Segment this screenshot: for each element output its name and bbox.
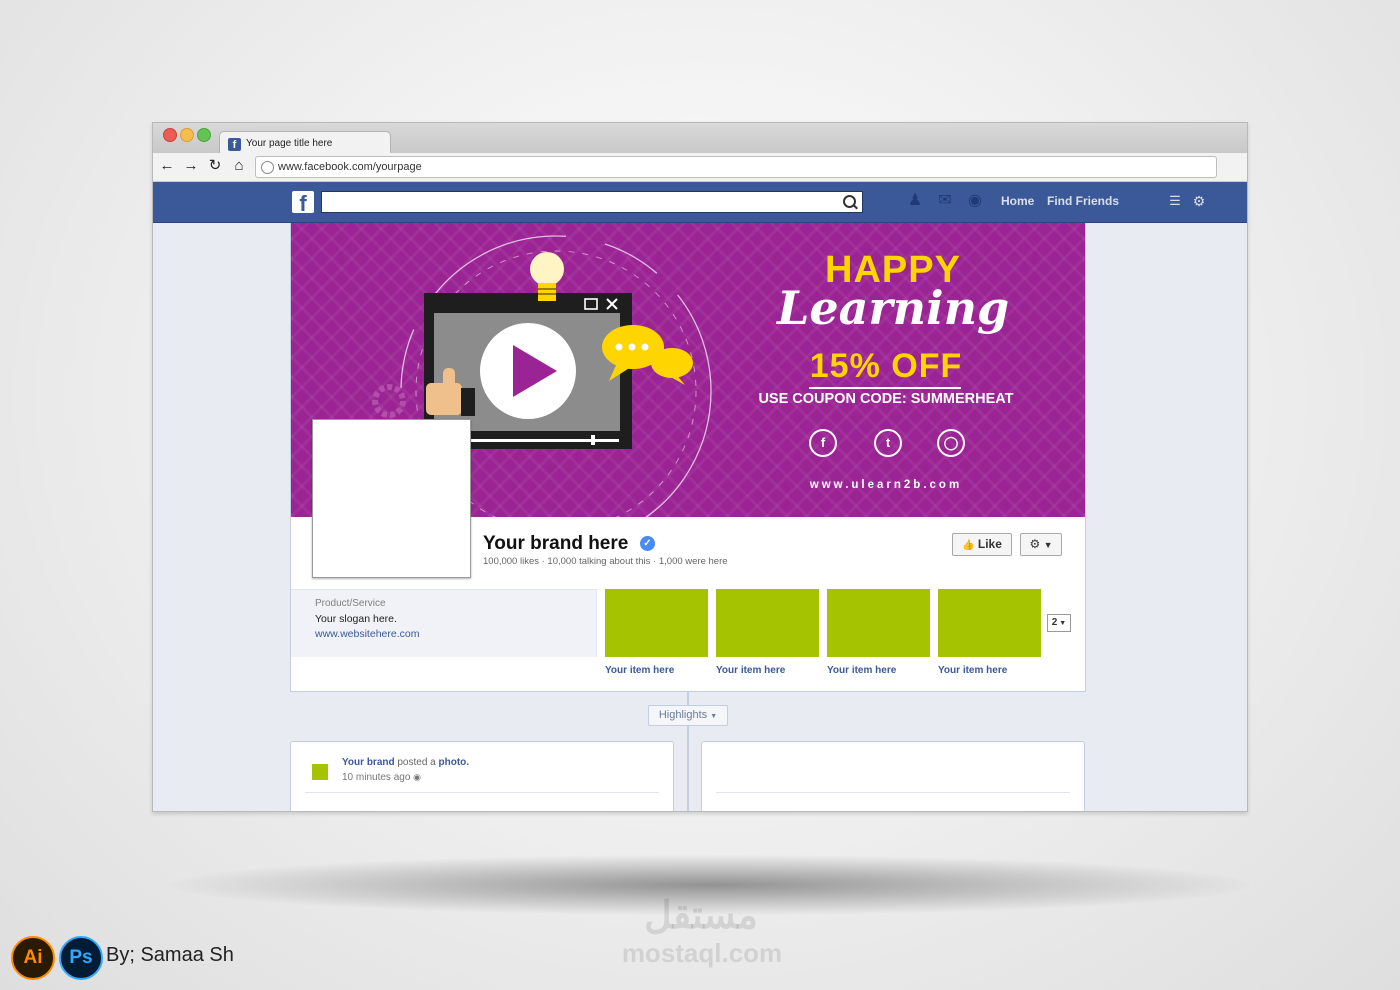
ps-badge-text: Ps: [69, 947, 93, 968]
friend-requests-icon[interactable]: ♟: [905, 192, 925, 210]
browser-window: f Your page title here ← → ↻ ⌂ www.faceb…: [152, 122, 1248, 812]
post-time-text: 10 minutes ago: [342, 772, 411, 783]
post-action: posted a: [397, 757, 436, 768]
nav-find-friends-link[interactable]: Find Friends: [1047, 194, 1119, 208]
ai-badge-text: Ai: [23, 947, 43, 968]
chevron-down-icon: ▼: [1043, 540, 1053, 550]
search-icon[interactable]: [843, 195, 856, 208]
nav-home-link[interactable]: Home: [1001, 194, 1034, 208]
watermark-arabic: مستقل: [644, 895, 758, 937]
settings-gear-icon[interactable]: ⚙: [1189, 192, 1209, 210]
author-credit: By; Samaa Sh: [106, 944, 234, 966]
highlights-label: Highlights: [658, 709, 708, 721]
more-apps-button[interactable]: 2 ▼: [1047, 614, 1071, 632]
like-label: Like: [977, 537, 1002, 551]
page-category: Product/Service: [315, 598, 386, 609]
cover-coupon: USE COUPON CODE: SUMMERHEAT: [758, 391, 1014, 407]
app-tile[interactable]: [716, 589, 819, 657]
forward-arrow-icon[interactable]: →: [182, 157, 200, 175]
cover-script-title: Learning: [777, 281, 1010, 335]
back-arrow-icon[interactable]: ←: [158, 157, 176, 175]
post-avatar[interactable]: [312, 764, 328, 780]
notifications-globe-icon[interactable]: ◉: [965, 192, 985, 210]
post-header: Your brand posted a photo.: [342, 757, 469, 768]
page-slogan: Your slogan here.: [315, 613, 397, 625]
timeline-post-empty: [701, 741, 1085, 811]
facebook-icon: f: [809, 429, 837, 457]
browser-toolbar: ← → ↻ ⌂ www.facebook.com/yourpage: [153, 153, 1247, 182]
app-tile-label[interactable]: Your item here: [827, 665, 896, 676]
facebook-search-input[interactable]: [321, 191, 863, 213]
thumbs-up-small-icon: 👍: [962, 540, 975, 551]
post-author-link[interactable]: Your brand: [342, 757, 395, 768]
verified-check-icon: ✓: [640, 536, 655, 551]
discount-underline: [809, 387, 961, 389]
app-tile-label[interactable]: Your item here: [605, 665, 674, 676]
profile-picture[interactable]: [312, 419, 471, 578]
page-website-link[interactable]: www.websitehere.com: [315, 628, 419, 640]
cover-website: www.ulearn2b.com: [809, 479, 963, 491]
facebook-header: f ♟ ✉ ◉ Home Find Friends ☰ ⚙: [153, 182, 1247, 223]
facebook-logo-icon[interactable]: f: [292, 191, 314, 216]
post-divider: [716, 792, 1070, 793]
app-tile[interactable]: [605, 589, 708, 657]
minimize-dot-icon[interactable]: [180, 128, 194, 142]
like-button[interactable]: 👍 Like: [952, 533, 1012, 556]
close-dot-icon[interactable]: [163, 128, 177, 142]
zoom-dot-icon[interactable]: [197, 128, 211, 142]
chat-bubbles-icon: [602, 325, 693, 385]
about-box: Product/Service Your slogan here. www.we…: [291, 589, 597, 657]
highlights-dropdown[interactable]: Highlights ▼: [648, 705, 728, 726]
address-url: www.facebook.com/yourpage: [278, 161, 422, 173]
chevron-down-icon: ▼: [710, 713, 718, 720]
app-tile-label[interactable]: Your item here: [938, 665, 1007, 676]
app-tile[interactable]: [938, 589, 1041, 657]
cover-discount: 15% OFF: [809, 347, 963, 385]
post-object-link[interactable]: photo.: [439, 757, 470, 768]
reload-icon[interactable]: ↻: [206, 157, 224, 175]
page-stats: 100,000 likes · 10,000 talking about thi…: [483, 556, 728, 567]
page-title: Your brand here: [483, 533, 629, 554]
post-timestamp[interactable]: 10 minutes ago ◉: [342, 772, 421, 783]
browser-titlebar: f Your page title here: [153, 123, 1247, 156]
messages-icon[interactable]: ✉: [935, 192, 955, 210]
home-icon[interactable]: ⌂: [230, 157, 248, 175]
photoshop-badge-icon: Ps: [59, 936, 103, 980]
public-globe-icon: ◉: [413, 772, 422, 782]
page-options-button[interactable]: ⚙ ▼: [1020, 533, 1062, 556]
chevron-down-icon: ▼: [1057, 620, 1067, 627]
timeline-post: Your brand posted a photo. 10 minutes ag…: [290, 741, 674, 811]
address-bar[interactable]: www.facebook.com/yourpage: [255, 156, 1217, 178]
gear-icon: ⚙: [1029, 537, 1041, 551]
app-tile-label[interactable]: Your item here: [716, 665, 785, 676]
globe-icon: [261, 161, 274, 174]
instagram-icon: ◯: [937, 429, 965, 457]
facebook-page: HAPPY Learning 15% OFF USE COUPON CODE: …: [290, 223, 1086, 692]
facebook-favicon-icon: f: [228, 138, 241, 151]
watermark-url: mostaql.com: [621, 938, 783, 968]
illustrator-badge-icon: Ai: [11, 936, 55, 980]
app-tile[interactable]: [827, 589, 930, 657]
twitter-icon: t: [874, 429, 902, 457]
account-menu-icon[interactable]: ☰: [1165, 192, 1185, 210]
post-divider: [305, 792, 659, 793]
gear-decoration-icon: [372, 384, 406, 418]
